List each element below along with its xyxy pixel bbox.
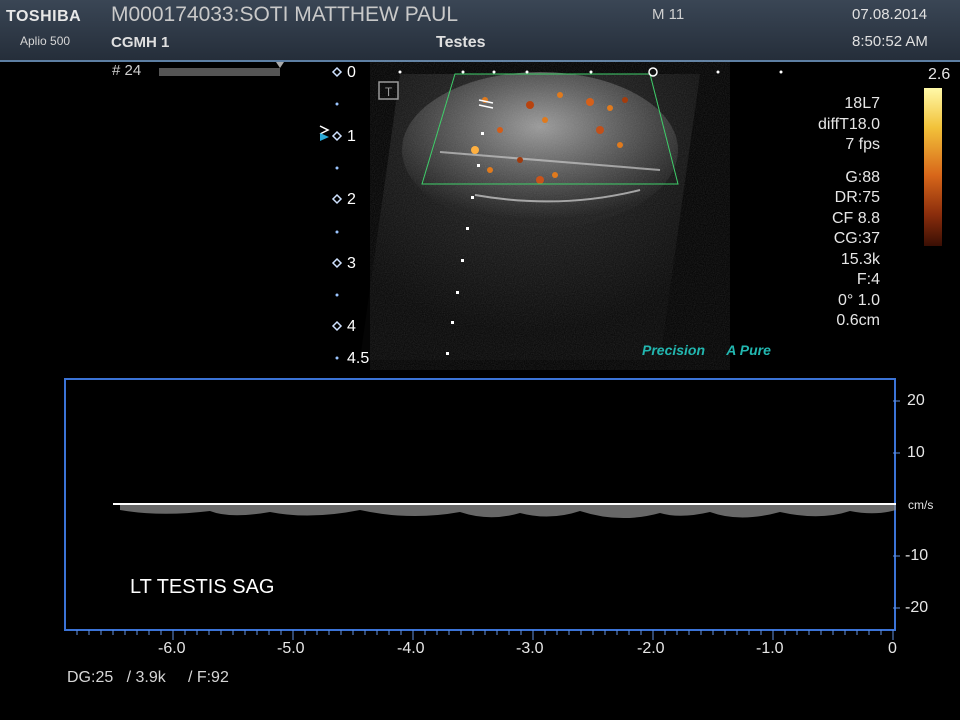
time-tick: -2.0 — [637, 640, 665, 657]
depth-label: 0 — [347, 64, 356, 81]
exam-time: 8:50:52 AM — [852, 33, 928, 50]
velocity-tick: -10 — [905, 547, 929, 564]
prf: 15.3k — [840, 250, 880, 268]
annotation-label[interactable]: LT TESTIS SAG — [130, 576, 275, 599]
gain: G:88 — [845, 168, 880, 186]
probe-name: 18L7 — [844, 95, 880, 112]
depth-scale-markers — [331, 66, 343, 332]
mode-indicator: M 11 — [652, 6, 685, 23]
color-gain: CG:37 — [833, 230, 880, 247]
sample-volume: 0.6cm — [836, 312, 880, 329]
doppler-waveform — [120, 505, 896, 519]
depth-label: 1 — [347, 128, 356, 145]
velocity-tick: -20 — [905, 599, 929, 616]
patient-id: M000174033:SOTI MATTHEW PAUL — [111, 3, 459, 26]
filter: F:4 — [856, 271, 880, 288]
lateral-scale — [398, 70, 783, 74]
imaging-parameters: 18L7 diffT18.0 7 fps G:88 DR:75 CF 8.8 C… — [818, 94, 880, 332]
time-tick: -1.0 — [756, 640, 784, 657]
time-axis-ticks — [76, 630, 894, 640]
dynamic-range: DR:75 — [834, 189, 880, 206]
speckle-texture — [400, 74, 700, 364]
time-tick: -3.0 — [516, 640, 544, 657]
time-tick: -4.0 — [397, 640, 425, 657]
frame-rate: 7 fps — [845, 136, 880, 153]
velocity-tick: 20 — [907, 392, 925, 409]
time-tick: -6.0 — [158, 640, 186, 657]
precision-apure-logo: Precision A Pure — [642, 342, 771, 358]
transducer-icon-label: T — [385, 85, 393, 99]
depth-label: 3 — [347, 255, 356, 272]
ultrasound-image: T — [319, 66, 783, 364]
doppler-parameters: DG:25 / 3.9k / F:92 — [67, 669, 229, 686]
model-name: Aplio 500 — [20, 34, 71, 48]
hospital-name: CGMH 1 — [111, 34, 170, 51]
param-spacer — [818, 156, 880, 168]
depth-label: 4.5 — [347, 350, 370, 367]
angle-correction: 0° 1.0 — [838, 291, 880, 309]
header-bar: TOSHIBA Aplio 500 M000174033:SOTI MATTHE… — [0, 0, 960, 62]
time-tick: 0 — [888, 640, 897, 657]
doppler-spectrum — [76, 400, 900, 640]
harmonic-freq: diffT18.0 — [818, 115, 880, 133]
velocity-unit: cm/s — [908, 498, 934, 512]
time-tick: -5.0 — [277, 640, 305, 657]
depth-label: 2 — [347, 191, 356, 208]
apure-logo: A Pure — [726, 342, 771, 358]
brand-logo: TOSHIBA — [6, 8, 82, 25]
focus-arrow-icon[interactable] — [319, 125, 330, 135]
color-frequency: CF 8.8 — [831, 209, 880, 227]
focus-arrow-icon[interactable] — [320, 133, 329, 141]
velocity-tick: 10 — [907, 444, 925, 461]
color-scale-bar — [924, 88, 942, 246]
color-scale-max: 2.6 — [928, 66, 951, 83]
precision-logo: Precision — [642, 342, 706, 358]
exam-type: Testes — [436, 34, 486, 51]
depth-label: 4 — [347, 318, 356, 335]
exam-date: 07.08.2014 — [852, 6, 928, 23]
